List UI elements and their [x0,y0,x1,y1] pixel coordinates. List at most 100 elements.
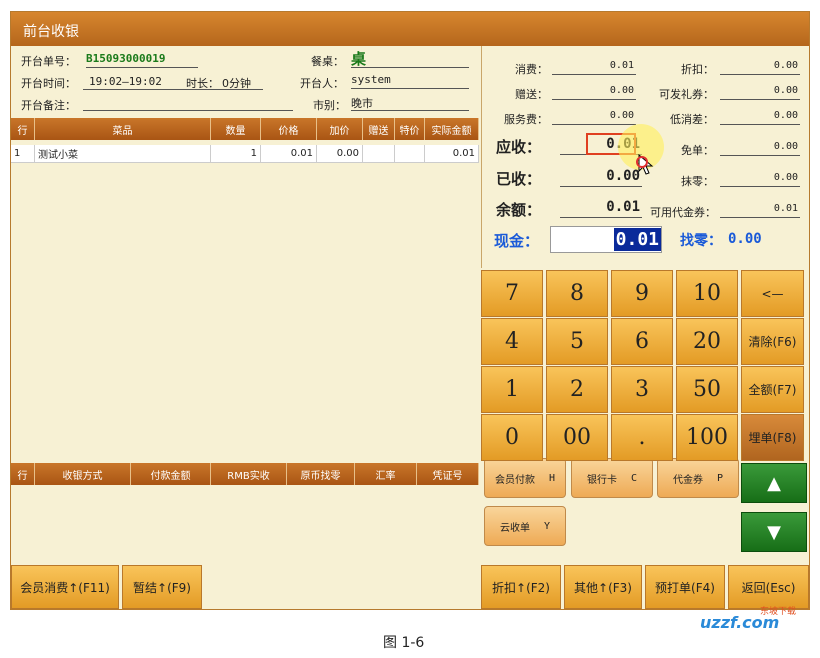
key-5[interactable]: 5 [546,318,608,365]
order-no-value: B15093000019 [86,52,198,68]
other-button[interactable]: 其他↑(F3) [564,565,642,609]
member-pay-button[interactable]: 会员付款 H [484,458,566,498]
opener-label: 开台人： [300,77,344,90]
balance-label: 余额： [496,201,542,219]
key-2[interactable]: 2 [546,366,608,413]
return-button[interactable]: 返回(Esc) [728,565,809,609]
low-consume-label: 低消差： [670,113,714,126]
row-special [395,145,425,163]
key-6[interactable]: 6 [611,318,673,365]
row-index: 1 [11,145,35,163]
key-50[interactable]: 50 [676,366,738,413]
rounding-value: 0.00 [720,172,800,187]
remark-label: 开台备注： [21,99,76,112]
figure-caption: 图 1-6 [383,635,425,651]
clear-button[interactable]: 清除(F6) [741,318,804,365]
row-dish: 测试小菜 [35,145,211,163]
voucher-label: 可用代金券： [650,206,716,219]
consume-value: 0.01 [552,60,636,75]
cash-label: 现金： [494,232,540,250]
coupon-gift-label: 可发礼券： [659,88,714,101]
voucher-btn-hotkey: P [716,472,724,484]
key-4[interactable]: 4 [481,318,543,365]
pcol-row: 行 [11,463,35,485]
change-value: 0.00 [728,231,762,247]
voucher-value: 0.01 [720,203,800,218]
col-dish: 菜品 [35,118,211,140]
key-9[interactable]: 9 [611,270,673,317]
full-amount-button[interactable]: 全额(F7) [741,366,804,413]
temp-settle-button[interactable]: 暂结↑(F9) [122,565,202,609]
watermark-sub: 东坡下载 [760,607,797,617]
payment-table-header: 行 收银方式 付款金额 RMB实收 原币找零 汇率 凭证号 [11,463,479,485]
cloud-pay-label: 云收单 [499,522,530,534]
voucher-button[interactable]: 代金券 P [657,458,739,498]
row-gift [363,145,395,163]
row-qty: 1 [211,145,261,163]
col-amount: 实际金额 [425,118,479,140]
summary-panel: 消费： 0.01 折扣： 0.00 赠送： 0.00 可发礼券： 0.00 服务… [481,46,809,268]
window-title: 前台收银 [11,12,809,46]
balance-value: 0.01 [560,197,642,218]
receivable-label: 应收： [496,138,542,156]
cloud-pay-button[interactable]: 云收单 Y [484,506,566,546]
table-row[interactable]: 1 测试小菜 1 0.01 0.00 0.01 [11,145,479,163]
voucher-btn-label: 代金券 [672,474,703,486]
bank-card-hotkey: C [630,472,638,484]
coupon-gift-value: 0.00 [720,85,800,100]
row-markup: 0.00 [317,145,363,163]
row-price: 0.01 [261,145,317,163]
settle-button[interactable]: 埋单(F8) [741,414,804,461]
bank-card-button[interactable]: 银行卡 C [571,458,653,498]
pre-print-button[interactable]: 预打单(F4) [645,565,725,609]
member-consume-button[interactable]: 会员消费↑(F11) [11,565,119,609]
key-7[interactable]: 7 [481,270,543,317]
key-100[interactable]: 100 [676,414,738,461]
table-value: 桌 [351,48,469,68]
pcol-rate: 汇率 [355,463,417,485]
member-pay-hotkey: H [548,472,556,484]
key-dot[interactable]: . [611,414,673,461]
key-10[interactable]: 10 [676,270,738,317]
key-8[interactable]: 8 [546,270,608,317]
bank-card-label: 银行卡 [586,474,617,486]
open-time-underline [83,73,263,90]
service-value: 0.00 [552,110,636,125]
member-pay-label: 会员付款 [494,474,535,486]
remark-field[interactable] [83,95,293,111]
row-amount: 0.01 [425,145,479,163]
key-3[interactable]: 3 [611,366,673,413]
cloud-pay-hotkey: Y [543,520,551,532]
backspace-button[interactable]: <— [741,270,804,317]
gift-value: 0.00 [552,85,636,100]
key-1[interactable]: 1 [481,366,543,413]
order-no-label: 开台单号： [21,55,76,68]
discount-label: 折扣： [681,63,714,76]
items-table-header: 行 菜品 数量 价格 加价 赠送 特价 实际金额 [11,118,479,140]
market-value: 晚市 [351,95,469,111]
service-label: 服务费： [504,113,548,126]
col-row: 行 [11,118,35,140]
received-label: 已收： [496,170,542,188]
gift-label: 赠送： [515,88,548,101]
col-special: 特价 [395,118,425,140]
col-price: 价格 [261,118,317,140]
key-00[interactable]: 00 [546,414,608,461]
scroll-down-button[interactable]: ▼ [741,512,807,552]
pcol-voucher: 凭证号 [417,463,479,485]
scroll-up-button[interactable]: ▲ [741,463,807,503]
change-label: 找零： [680,233,722,249]
discount-value: 0.00 [720,60,800,75]
consume-label: 消费： [515,63,548,76]
pcol-rmb: RMB实收 [211,463,287,485]
key-20[interactable]: 20 [676,318,738,365]
cash-input[interactable]: 0.01 [550,226,662,253]
key-0[interactable]: 0 [481,414,543,461]
table-label: 餐桌： [311,55,344,68]
pcol-method: 收银方式 [35,463,131,485]
pcol-amount: 付款金额 [131,463,211,485]
cashier-window: 前台收银 开台单号： B15093000019 餐桌： 桌 开台时间： 19:0… [10,11,810,610]
pcol-change: 原币找零 [287,463,355,485]
discount-button[interactable]: 折扣↑(F2) [481,565,561,609]
free-label: 免单： [681,144,714,157]
